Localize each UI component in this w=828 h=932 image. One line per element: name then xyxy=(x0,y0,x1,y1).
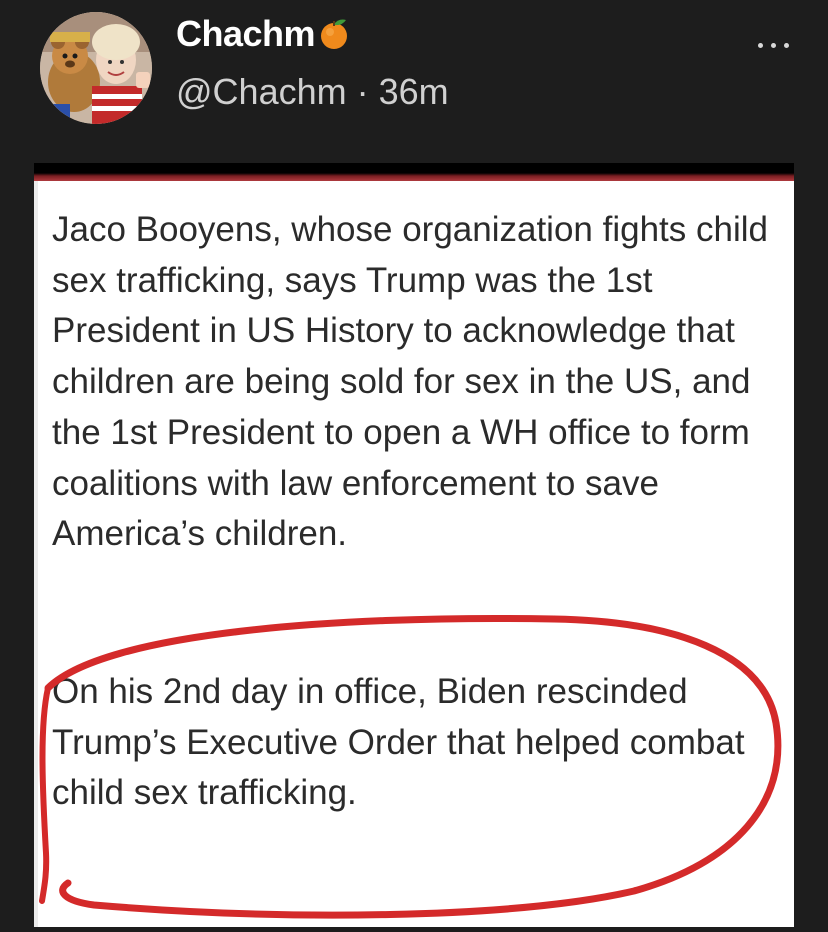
image-left-border xyxy=(34,181,38,932)
timestamp[interactable]: 36m xyxy=(379,71,449,112)
more-options-button[interactable] xyxy=(752,34,796,58)
handle-line: @Chachm · 36m xyxy=(176,72,449,112)
handle[interactable]: @Chachm xyxy=(176,71,347,112)
image-bottom-border xyxy=(34,927,794,932)
post-header: Chachm @Chachm · 36m xyxy=(0,0,828,163)
display-name-row[interactable]: Chachm xyxy=(176,14,351,54)
tangerine-icon xyxy=(317,16,351,50)
display-name[interactable]: Chachm xyxy=(176,13,316,54)
image-paragraph-2: On his 2nd day in office, Biden rescinde… xyxy=(52,672,745,813)
image-top-border xyxy=(34,163,794,181)
avatar[interactable] xyxy=(40,12,152,124)
post-image[interactable]: Jaco Booyens, whose organization fights … xyxy=(34,163,794,932)
separator-dot: · xyxy=(356,71,369,112)
image-paragraph-1: Jaco Booyens, whose organization fights … xyxy=(52,210,768,554)
post-view: Chachm @Chachm · 36m Jaco Booyens, whose… xyxy=(0,0,828,932)
avatar-photo xyxy=(40,12,152,124)
